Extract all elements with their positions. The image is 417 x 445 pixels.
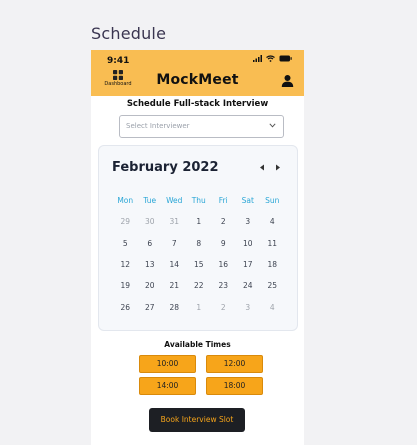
calendar-day[interactable]: 2 xyxy=(211,217,236,226)
calendar-day[interactable]: 13 xyxy=(138,260,163,269)
phone-frame: 9:41 Dashboard MockMeet Schedule Full-st… xyxy=(91,50,304,445)
status-icons xyxy=(253,55,292,62)
wifi-icon xyxy=(266,55,275,62)
calendar-day[interactable]: 26 xyxy=(113,303,138,312)
app-header: 9:41 Dashboard MockMeet xyxy=(91,50,304,96)
calendar-day[interactable]: 28 xyxy=(162,303,187,312)
calendar-day[interactable]: 1 xyxy=(187,217,212,226)
calendar-day[interactable]: 3 xyxy=(236,303,261,312)
time-slot-button[interactable]: 10:00 xyxy=(139,355,196,373)
user-icon xyxy=(281,75,294,87)
calendar-day[interactable]: 8 xyxy=(187,239,212,248)
calendar-week-row: 29 30 31 1 2 3 4 xyxy=(113,211,285,232)
calendar-day[interactable]: 9 xyxy=(211,239,236,248)
interviewer-select[interactable]: Select Interviewer xyxy=(119,115,284,138)
calendar-day[interactable]: 20 xyxy=(138,281,163,290)
weekday-label: Mon xyxy=(117,196,134,206)
calendar-day[interactable]: 7 xyxy=(162,239,187,248)
calendar-day[interactable]: 6 xyxy=(138,239,163,248)
calendar-month-label: February 2022 xyxy=(112,160,219,175)
calendar-day[interactable]: 10 xyxy=(236,239,261,248)
calendar-day[interactable]: 4 xyxy=(260,303,285,312)
calendar-week-row: 5 6 7 8 9 10 11 xyxy=(113,233,285,254)
status-time: 9:41 xyxy=(107,56,130,66)
calendar-day[interactable]: 29 xyxy=(113,217,138,226)
profile-button[interactable] xyxy=(281,72,294,91)
calendar-day[interactable]: 11 xyxy=(260,239,285,248)
calendar-day[interactable]: 22 xyxy=(187,281,212,290)
calendar-day[interactable]: 27 xyxy=(138,303,163,312)
calendar: February 2022 Mon Tue Wed Thu Fri Sat Sun 29 30 3… xyxy=(98,145,298,331)
calendar-day[interactable]: 17 xyxy=(236,260,261,269)
calendar-day[interactable]: 30 xyxy=(138,217,163,226)
calendar-day[interactable]: 15 xyxy=(187,260,212,269)
brand-logo: MockMeet xyxy=(156,72,239,88)
weekday-label: Sat xyxy=(241,196,254,206)
available-times-heading: Available Times xyxy=(164,340,231,349)
calendar-day[interactable]: 3 xyxy=(236,217,261,226)
book-interview-button[interactable]: Book Interview Slot xyxy=(149,408,245,432)
interviewer-select-placeholder: Select Interviewer xyxy=(126,122,190,130)
calendar-day[interactable]: 21 xyxy=(162,281,187,290)
calendar-day[interactable]: 19 xyxy=(113,281,138,290)
time-slot-button[interactable]: 14:00 xyxy=(139,377,196,395)
calendar-week-row: 26 27 28 1 2 3 4 xyxy=(113,296,285,317)
weekday-label: Wed xyxy=(166,196,183,206)
calendar-week-row: 19 20 21 22 23 24 25 xyxy=(113,275,285,296)
calendar-day[interactable]: 23 xyxy=(211,281,236,290)
calendar-day[interactable]: 18 xyxy=(260,260,285,269)
calendar-day[interactable]: 24 xyxy=(236,281,261,290)
calendar-day[interactable]: 2 xyxy=(211,303,236,312)
weekday-label: Sun xyxy=(265,196,280,206)
form-subtitle: Schedule Full-stack Interview xyxy=(126,99,269,109)
next-month-icon[interactable] xyxy=(275,164,281,171)
calendar-day[interactable]: 12 xyxy=(113,260,138,269)
calendar-week-row: 12 13 14 15 16 17 18 xyxy=(113,254,285,275)
calendar-day[interactable]: 4 xyxy=(260,217,285,226)
calendar-day[interactable]: 31 xyxy=(162,217,187,226)
calendar-day[interactable]: 16 xyxy=(211,260,236,269)
weekday-label: Fri xyxy=(218,196,228,206)
calendar-day[interactable]: 25 xyxy=(260,281,285,290)
time-slot-button[interactable]: 18:00 xyxy=(206,377,263,395)
weekday-label: Tue xyxy=(143,196,157,206)
calendar-grid: Mon Tue Wed Thu Fri Sat Sun 29 30 31 1 2 3 4 5 6 7 8 9 10 11… xyxy=(113,190,285,318)
calendar-day[interactable]: 1 xyxy=(187,303,212,312)
chevron-down-icon xyxy=(269,123,276,128)
weekday-header-row: Mon Tue Wed Thu Fri Sat Sun xyxy=(113,190,285,211)
weekday-label: Thu xyxy=(191,196,206,206)
calendar-day[interactable]: 14 xyxy=(162,260,187,269)
time-slot-button[interactable]: 12:00 xyxy=(206,355,263,373)
cellular-signal-icon xyxy=(253,55,262,62)
calendar-day[interactable]: 5 xyxy=(113,239,138,248)
previous-month-icon[interactable] xyxy=(259,164,265,171)
battery-icon xyxy=(279,55,292,62)
page-title: Schedule xyxy=(91,24,167,43)
